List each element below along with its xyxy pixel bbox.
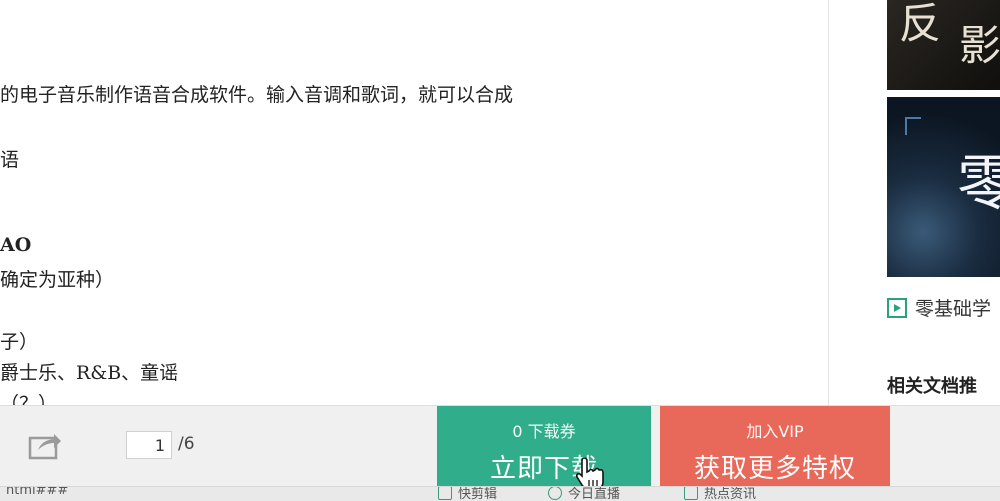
page-total: /6 — [178, 434, 195, 454]
related-docs-heading: 相关文档推 — [887, 376, 977, 397]
join-vip-label: 加入VIP — [746, 422, 804, 441]
status-item-label: 快剪辑 — [458, 487, 498, 501]
download-coupon-label: 0 下载券 — [512, 422, 576, 441]
status-item-clip[interactable]: 快剪辑 — [438, 487, 498, 501]
doc-line-7: （？） — [0, 393, 58, 405]
status-url: html### — [6, 486, 69, 498]
video-thumbnail-1[interactable]: 反 影 — [887, 0, 1000, 90]
recommend-sidebar: 反 影 零 零基础学 相关文档推 — [829, 0, 1000, 405]
doc-line-1: 的电子音乐制作语音合成软件。输入音调和歌词，就可以合成 — [0, 84, 514, 106]
vip-privilege-label: 获取更多特权 — [693, 454, 856, 484]
video-thumbnail-2[interactable]: 零 — [887, 97, 1000, 277]
doc-line-3: AO — [0, 234, 32, 256]
status-bar: html### 快剪辑 今日直播 热点资讯 — [0, 486, 1000, 501]
video-link-label: 零基础学 — [915, 298, 992, 320]
join-vip-button[interactable]: 加入VIP 获取更多特权 — [660, 406, 890, 486]
news-icon — [684, 487, 698, 500]
doc-line-4: 确定为亚种） — [0, 269, 115, 291]
page-number-input[interactable]: 1 — [126, 431, 172, 459]
document-page: 的电子音乐制作语音合成软件。输入音调和歌词，就可以合成 语 AO 确定为亚种） … — [0, 0, 829, 405]
play-icon — [887, 297, 907, 318]
thumbnail-title-char: 零 — [957, 149, 1000, 219]
bottom-toolbar: 1 /6 0 下载券 立即下载 加入VIP 获取更多特权 — [0, 405, 1000, 486]
status-item-live[interactable]: 今日直播 — [548, 487, 621, 501]
share-icon[interactable] — [28, 430, 62, 460]
doc-line-5: 子） — [0, 331, 39, 353]
status-item-label: 热点资讯 — [704, 487, 757, 501]
status-item-news[interactable]: 热点资讯 — [684, 487, 757, 501]
doc-line-2: 语 — [0, 149, 20, 171]
corner-decoration — [905, 117, 921, 135]
video-link[interactable]: 零基础学 — [887, 294, 991, 321]
download-button[interactable]: 0 下载券 立即下载 — [437, 406, 651, 486]
doc-line-6: 爵士乐、R&B、童谣 — [0, 362, 179, 384]
status-item-label: 今日直播 — [568, 487, 621, 501]
clip-icon — [438, 487, 452, 500]
thumbnail-title-char-1: 反 — [899, 0, 942, 48]
thumbnail-title-char-2: 影 — [959, 21, 1000, 70]
download-now-label: 立即下载 — [489, 454, 598, 484]
live-icon — [548, 487, 562, 500]
